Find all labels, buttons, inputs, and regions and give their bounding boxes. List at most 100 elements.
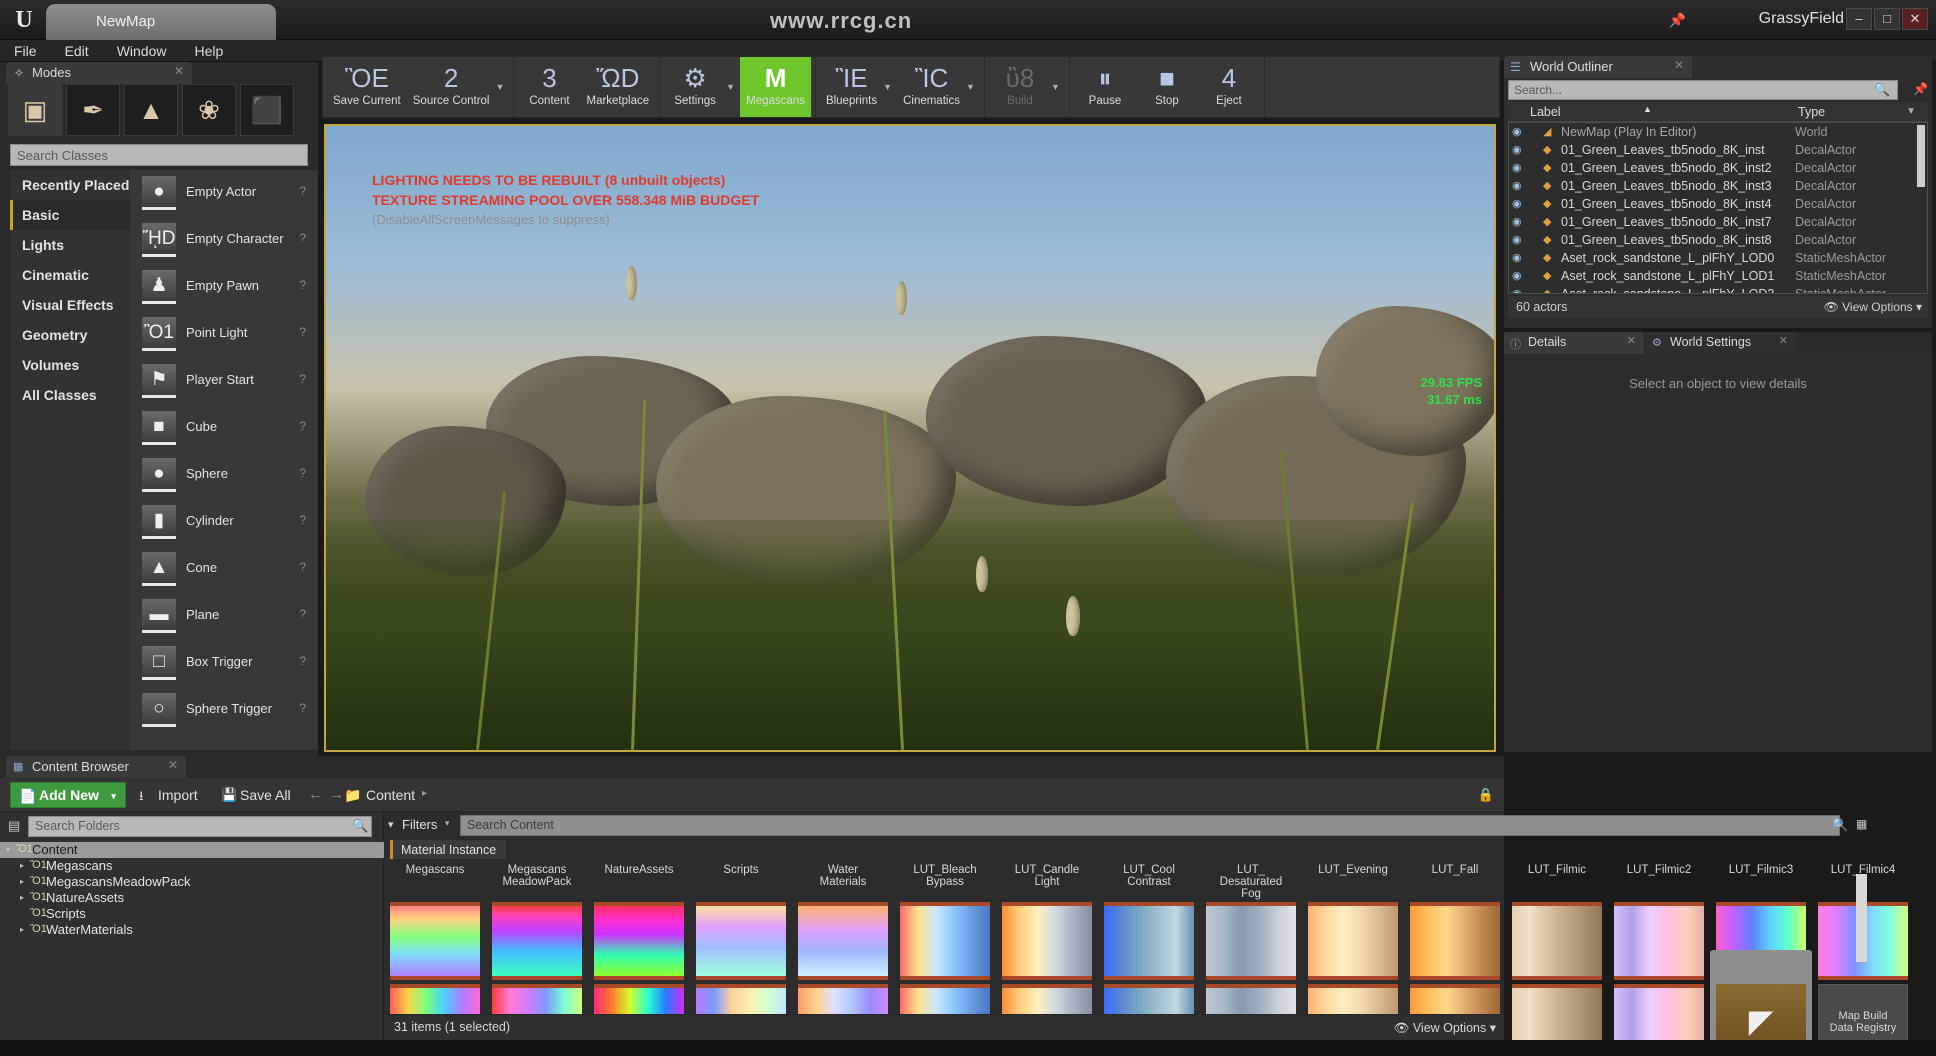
- chevron-down-icon[interactable]: ▼: [883, 57, 897, 117]
- add-new-button[interactable]: 📄 Add New ▾: [10, 782, 126, 808]
- chevron-down-icon[interactable]: ▼: [966, 57, 980, 117]
- folder-tree[interactable]: ▾ Ὄ1 Content ▸ Ὄ1 Megascans ▸ Ὄ1 MegascansMeadow…: [0, 842, 384, 1040]
- folder-tree-node[interactable]: ▾ Ὄ1 Content: [0, 842, 384, 858]
- placement-category-lights[interactable]: Lights: [10, 230, 130, 260]
- search-icon[interactable]: 🔍: [1874, 82, 1890, 98]
- eye-icon[interactable]: ◉: [1512, 287, 1522, 294]
- asset-tile[interactable]: LUT_Cool Contrast: [1098, 830, 1200, 950]
- breadcrumb[interactable]: 📁 Content ▸: [366, 787, 415, 803]
- chevron-right-icon[interactable]: ▸: [20, 893, 24, 902]
- level-viewport[interactable]: LIGHTING NEEDS TO BE REBUILT (8 unbuilt …: [324, 124, 1496, 752]
- landscape-mode-button[interactable]: ▲: [124, 84, 178, 136]
- outliner-row[interactable]: ◉ ◆ Aset_rock_sandstone_L_plFhY_LOD2 Static…: [1509, 285, 1927, 294]
- asset-tile[interactable]: LUT_Evening: [1302, 830, 1404, 950]
- world-outliner-tab[interactable]: ☰ World Outliner ✕: [1504, 56, 1692, 78]
- asset-tile[interactable]: LUT_Candle Light: [996, 830, 1098, 950]
- modes-tab-close-icon[interactable]: ✕: [174, 64, 184, 78]
- toolbar-content-button[interactable]: ὜3 Content: [518, 57, 580, 117]
- help-icon[interactable]: ?: [299, 325, 306, 339]
- outliner-row[interactable]: ◉ ◆ 01_Green_Leaves_tb5nodo_8K_inst4 DecalA…: [1509, 195, 1927, 213]
- content-view-options-button[interactable]: 👁 View Options ▾: [1393, 1020, 1496, 1036]
- outliner-row[interactable]: ◉ ◆ 01_Green_Leaves_tb5nodo_8K_inst3 DecalA…: [1509, 177, 1927, 195]
- toolbar-source-control-button[interactable]: ὜2 Source Control: [407, 57, 496, 117]
- menu-item-window[interactable]: Window: [103, 40, 181, 59]
- place-mode-button[interactable]: ▣: [8, 84, 62, 136]
- eye-icon[interactable]: ◉: [1512, 215, 1522, 228]
- tab-details[interactable]: ⓘ Details ✕: [1504, 332, 1644, 354]
- toolbar-settings-button[interactable]: ⚙ Settings: [664, 57, 726, 117]
- help-icon[interactable]: ?: [299, 466, 306, 480]
- outliner-row[interactable]: ◉ ◢ NewMap (Play In Editor) World: [1509, 123, 1927, 141]
- placeable-actor-row[interactable]: □ Box Trigger?: [130, 640, 318, 687]
- collapse-tree-icon[interactable]: ▤: [8, 818, 20, 834]
- foliage-mode-button[interactable]: ❀: [182, 84, 236, 136]
- asset-tile[interactable]: Scripts: [690, 830, 792, 950]
- view-toggle-icon[interactable]: ▦: [1856, 817, 1867, 831]
- folder-tree-node[interactable]: Ὄ1 Scripts: [0, 906, 384, 922]
- help-icon[interactable]: ?: [299, 513, 306, 527]
- menu-item-edit[interactable]: Edit: [51, 40, 103, 59]
- paint-mode-button[interactable]: ✒: [66, 84, 120, 136]
- placeable-actor-row[interactable]: ▬ Plane?: [130, 593, 318, 640]
- chevron-down-icon[interactable]: ▼: [726, 57, 740, 117]
- placement-category-geometry[interactable]: Geometry: [10, 320, 130, 350]
- asset-grid[interactable]: Megascans Megascans MeadowPack NatureAsset…: [384, 864, 1488, 1014]
- world-outliner-close-icon[interactable]: ✕: [1674, 58, 1684, 72]
- placement-category-recently-placed[interactable]: Recently Placed: [10, 170, 130, 200]
- help-icon[interactable]: ?: [299, 607, 306, 621]
- placeable-actor-row[interactable]: ■ Cube?: [130, 405, 318, 452]
- search-folders-input[interactable]: Search Folders: [28, 816, 372, 837]
- placeable-actor-row[interactable]: Ὂ1 Point Light?: [130, 311, 318, 358]
- chevron-right-icon[interactable]: ▸: [422, 788, 427, 799]
- outliner-row[interactable]: ◉ ◆ 01_Green_Leaves_tb5nodo_8K_inst8 DecalA…: [1509, 231, 1927, 249]
- help-icon[interactable]: ?: [299, 654, 306, 668]
- asset-tile[interactable]: LUT_Filmic: [1506, 830, 1608, 950]
- search-icon[interactable]: 🔍: [352, 818, 368, 834]
- chevron-down-icon[interactable]: ▾: [6, 845, 10, 854]
- folder-tree-node[interactable]: ▸ Ὄ1 MegascansMeadowPack: [0, 874, 384, 890]
- asset-tile[interactable]: LUT_Fall: [1404, 830, 1506, 950]
- toolbar-megascans-button[interactable]: M Megascans: [740, 57, 811, 117]
- help-icon[interactable]: ?: [299, 560, 306, 574]
- world-settings-close-icon[interactable]: ✕: [1779, 334, 1788, 347]
- chevron-right-icon[interactable]: ▸: [20, 877, 24, 886]
- outliner-label-column-header[interactable]: Label: [1530, 105, 1561, 119]
- placement-category-visual-effects[interactable]: Visual Effects: [10, 290, 130, 320]
- asset-grid-scrollbar[interactable]: [1856, 874, 1867, 962]
- content-browser-close-icon[interactable]: ✕: [168, 758, 178, 772]
- filter-icon[interactable]: ▼: [1906, 106, 1916, 117]
- placement-category-basic[interactable]: Basic: [10, 200, 130, 230]
- eye-icon[interactable]: ◉: [1512, 143, 1522, 156]
- outliner-row[interactable]: ◉ ◆ 01_Green_Leaves_tb5nodo_8K_inst DecalAc…: [1509, 141, 1927, 159]
- placeable-actor-row[interactable]: ● Sphere?: [130, 452, 318, 499]
- placeable-actor-row[interactable]: ⚑ Player Start?: [130, 358, 318, 405]
- help-icon[interactable]: ?: [299, 701, 306, 715]
- toolbar-cinematics-button[interactable]: ἺC Cinematics: [897, 57, 966, 117]
- eye-icon[interactable]: ◉: [1512, 197, 1522, 210]
- content-browser-tab[interactable]: ▦ Content Browser ✕: [6, 756, 186, 778]
- outliner-view-options-button[interactable]: 👁 View Options ▾: [1824, 300, 1922, 314]
- outliner-scrollbar[interactable]: [1917, 125, 1925, 187]
- eye-icon[interactable]: ◉: [1512, 161, 1522, 174]
- folder-tree-node[interactable]: ▸ Ὄ1 Megascans: [0, 858, 384, 874]
- outliner-row[interactable]: ◉ ◆ 01_Green_Leaves_tb5nodo_8K_inst7 DecalA…: [1509, 213, 1927, 231]
- details-close-icon[interactable]: ✕: [1627, 334, 1636, 347]
- outliner-row[interactable]: ◉ ◆ Aset_rock_sandstone_L_plFhY_LOD1 Static…: [1509, 267, 1927, 285]
- outliner-search-input[interactable]: Search...: [1508, 80, 1898, 100]
- help-icon[interactable]: ?: [299, 372, 306, 386]
- menu-item-help[interactable]: Help: [180, 40, 237, 59]
- toolbar-stop-button[interactable]: ■ Stop: [1136, 57, 1198, 117]
- asset-tile[interactable]: LUT_Filmic3: [1710, 830, 1812, 950]
- placement-category-all-classes[interactable]: All Classes: [10, 380, 130, 410]
- eye-icon[interactable]: ◉: [1512, 251, 1522, 264]
- eye-icon[interactable]: ◉: [1512, 233, 1522, 246]
- placement-category-volumes[interactable]: Volumes: [10, 350, 130, 380]
- tab-world-settings[interactable]: ⚙ World Settings ✕: [1646, 332, 1796, 354]
- placement-category-cinematic[interactable]: Cinematic: [10, 260, 130, 290]
- chevron-right-icon[interactable]: ▸: [20, 861, 24, 870]
- toolbar-pause-button[interactable]: ⏸ Pause: [1074, 57, 1136, 117]
- search-classes-input[interactable]: Search Classes: [10, 144, 308, 166]
- pin-icon[interactable]: 📌: [1913, 82, 1928, 96]
- chevron-right-icon[interactable]: ▸: [20, 925, 24, 934]
- folder-tree-node[interactable]: ▸ Ὄ1 NatureAssets: [0, 890, 384, 906]
